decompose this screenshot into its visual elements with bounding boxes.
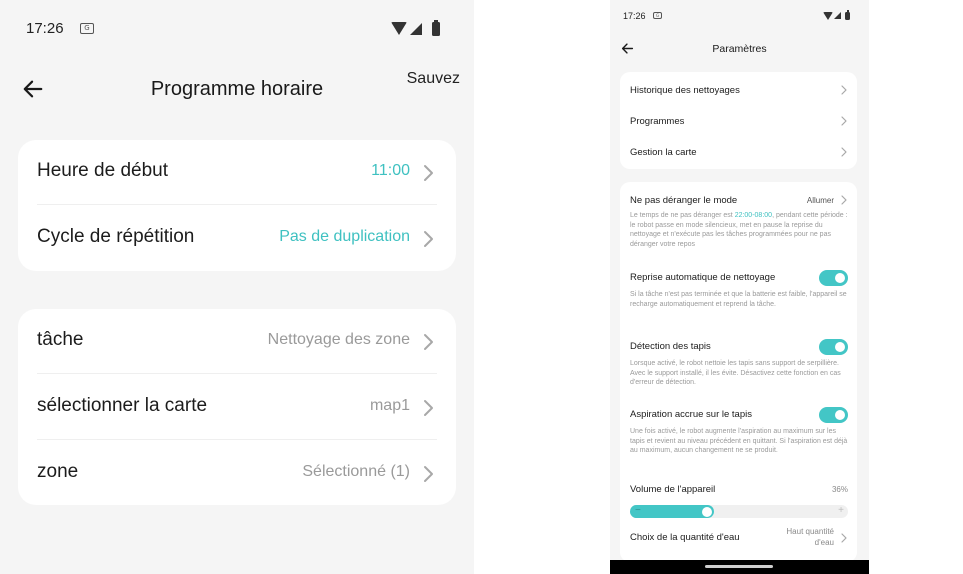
chevron-right-icon: [424, 231, 433, 247]
row-label: Programmes: [630, 116, 685, 127]
cleaning-history-row[interactable]: Historique des nettoyages: [620, 74, 857, 105]
repeat-cycle-row[interactable]: Cycle de répétition Pas de duplication: [18, 206, 456, 271]
divider: [37, 204, 437, 205]
dnd-time-range: 22:00-08:00: [734, 212, 773, 219]
carpet-detection-toggle[interactable]: [819, 339, 848, 355]
battery-icon: [432, 20, 440, 36]
wifi-icon: [391, 22, 407, 35]
status-bar: 17:26 G: [0, 0, 474, 58]
carpet-boost-toggle[interactable]: [819, 407, 848, 423]
chevron-right-icon: [424, 165, 433, 181]
chevron-right-icon: [841, 147, 847, 157]
setting-description: Lorsque activé, le robot nettoie les tap…: [630, 360, 841, 386]
volume-minus[interactable]: −: [635, 505, 641, 517]
setting-description: Le temps de ne pas déranger est 22:00-08…: [630, 212, 848, 248]
home-gesture-handle[interactable]: [705, 565, 773, 568]
setting-description: Une fois activé, le robot augmente l'asp…: [630, 428, 848, 454]
row-label: Heure de début: [37, 160, 168, 181]
status-time: 17:26: [26, 20, 64, 37]
battery-icon: [845, 10, 850, 20]
wifi-icon: [823, 12, 833, 20]
row-label: Gestion la carte: [630, 147, 697, 158]
save-button[interactable]: Sauvez: [400, 68, 460, 90]
row-label: Cycle de répétition: [37, 226, 195, 247]
system-navigation-bar: [610, 560, 869, 574]
setting-label: Aspiration accrue sur le tapis: [630, 409, 752, 420]
schedule-screen: 17:26 G Programme horaire Sauvez Heure d…: [0, 0, 474, 574]
setting-label: Ne pas déranger le mode: [630, 195, 738, 206]
chevron-right-icon: [424, 466, 433, 482]
volume-plus[interactable]: +: [838, 505, 844, 517]
schedule-card: Heure de début 11:00 Cycle de répétition…: [18, 140, 456, 271]
water-value: Haut quantité d'eau: [786, 527, 834, 547]
task-row[interactable]: tâche Nettoyage des zone: [18, 309, 456, 374]
volume-value: 36%: [831, 485, 848, 494]
chevron-right-icon: [841, 195, 847, 205]
select-map-row[interactable]: sélectionner la carte map1: [18, 375, 456, 440]
chevron-right-icon: [841, 533, 847, 543]
programs-row[interactable]: Programmes: [620, 105, 857, 136]
page-title: Paramètres: [712, 43, 767, 55]
map-management-row[interactable]: Gestion la carte: [620, 136, 857, 167]
chevron-right-icon: [841, 85, 847, 95]
row-label: sélectionner la carte: [37, 395, 208, 416]
divider: [37, 373, 437, 374]
device-settings-card: Ne pas déranger le mode Allumer Le temps…: [620, 182, 857, 562]
volume-slider-handle[interactable]: [702, 506, 712, 517]
setting-label: Détection des tapis: [630, 341, 711, 352]
status-time: 17:26: [623, 11, 646, 21]
start-time-row[interactable]: Heure de début 11:00: [18, 140, 456, 205]
signal-icon: [410, 23, 422, 35]
row-value: Nettoyage des zone: [267, 331, 410, 348]
row-value: Pas de duplication: [279, 228, 410, 245]
chevron-right-icon: [424, 334, 433, 350]
chevron-right-icon: [424, 400, 433, 416]
row-label: zone: [37, 461, 79, 482]
task-card: tâche Nettoyage des zone sélectionner la…: [18, 309, 456, 505]
sim-icon: G: [653, 12, 662, 19]
settings-screen: 17:26 G Paramètres Historique des nettoy…: [610, 0, 869, 574]
volume-slider[interactable]: − +: [630, 505, 848, 518]
chevron-right-icon: [841, 116, 847, 126]
setting-label: Volume de l'appareil: [630, 484, 716, 495]
navigation-card: Historique des nettoyages Programmes Ges…: [620, 72, 857, 169]
row-label: tâche: [37, 329, 84, 350]
row-value: map1: [369, 397, 410, 414]
row-value: Sélectionné (1): [302, 463, 410, 480]
setting-label: Reprise automatique de nettoyage: [630, 272, 776, 283]
zone-row[interactable]: zone Sélectionné (1): [18, 441, 456, 506]
sim-icon: G: [80, 23, 94, 34]
row-label: Historique des nettoyages: [630, 85, 740, 96]
setting-description: Si la tâche n'est pas terminée et que la…: [630, 291, 847, 308]
auto-resume-toggle[interactable]: [819, 270, 848, 286]
dnd-value: Allumer: [806, 196, 834, 205]
setting-label: Choix de la quantité d'eau: [630, 532, 740, 543]
row-value: 11:00: [371, 162, 410, 179]
divider: [37, 439, 437, 440]
signal-icon: [834, 12, 841, 19]
